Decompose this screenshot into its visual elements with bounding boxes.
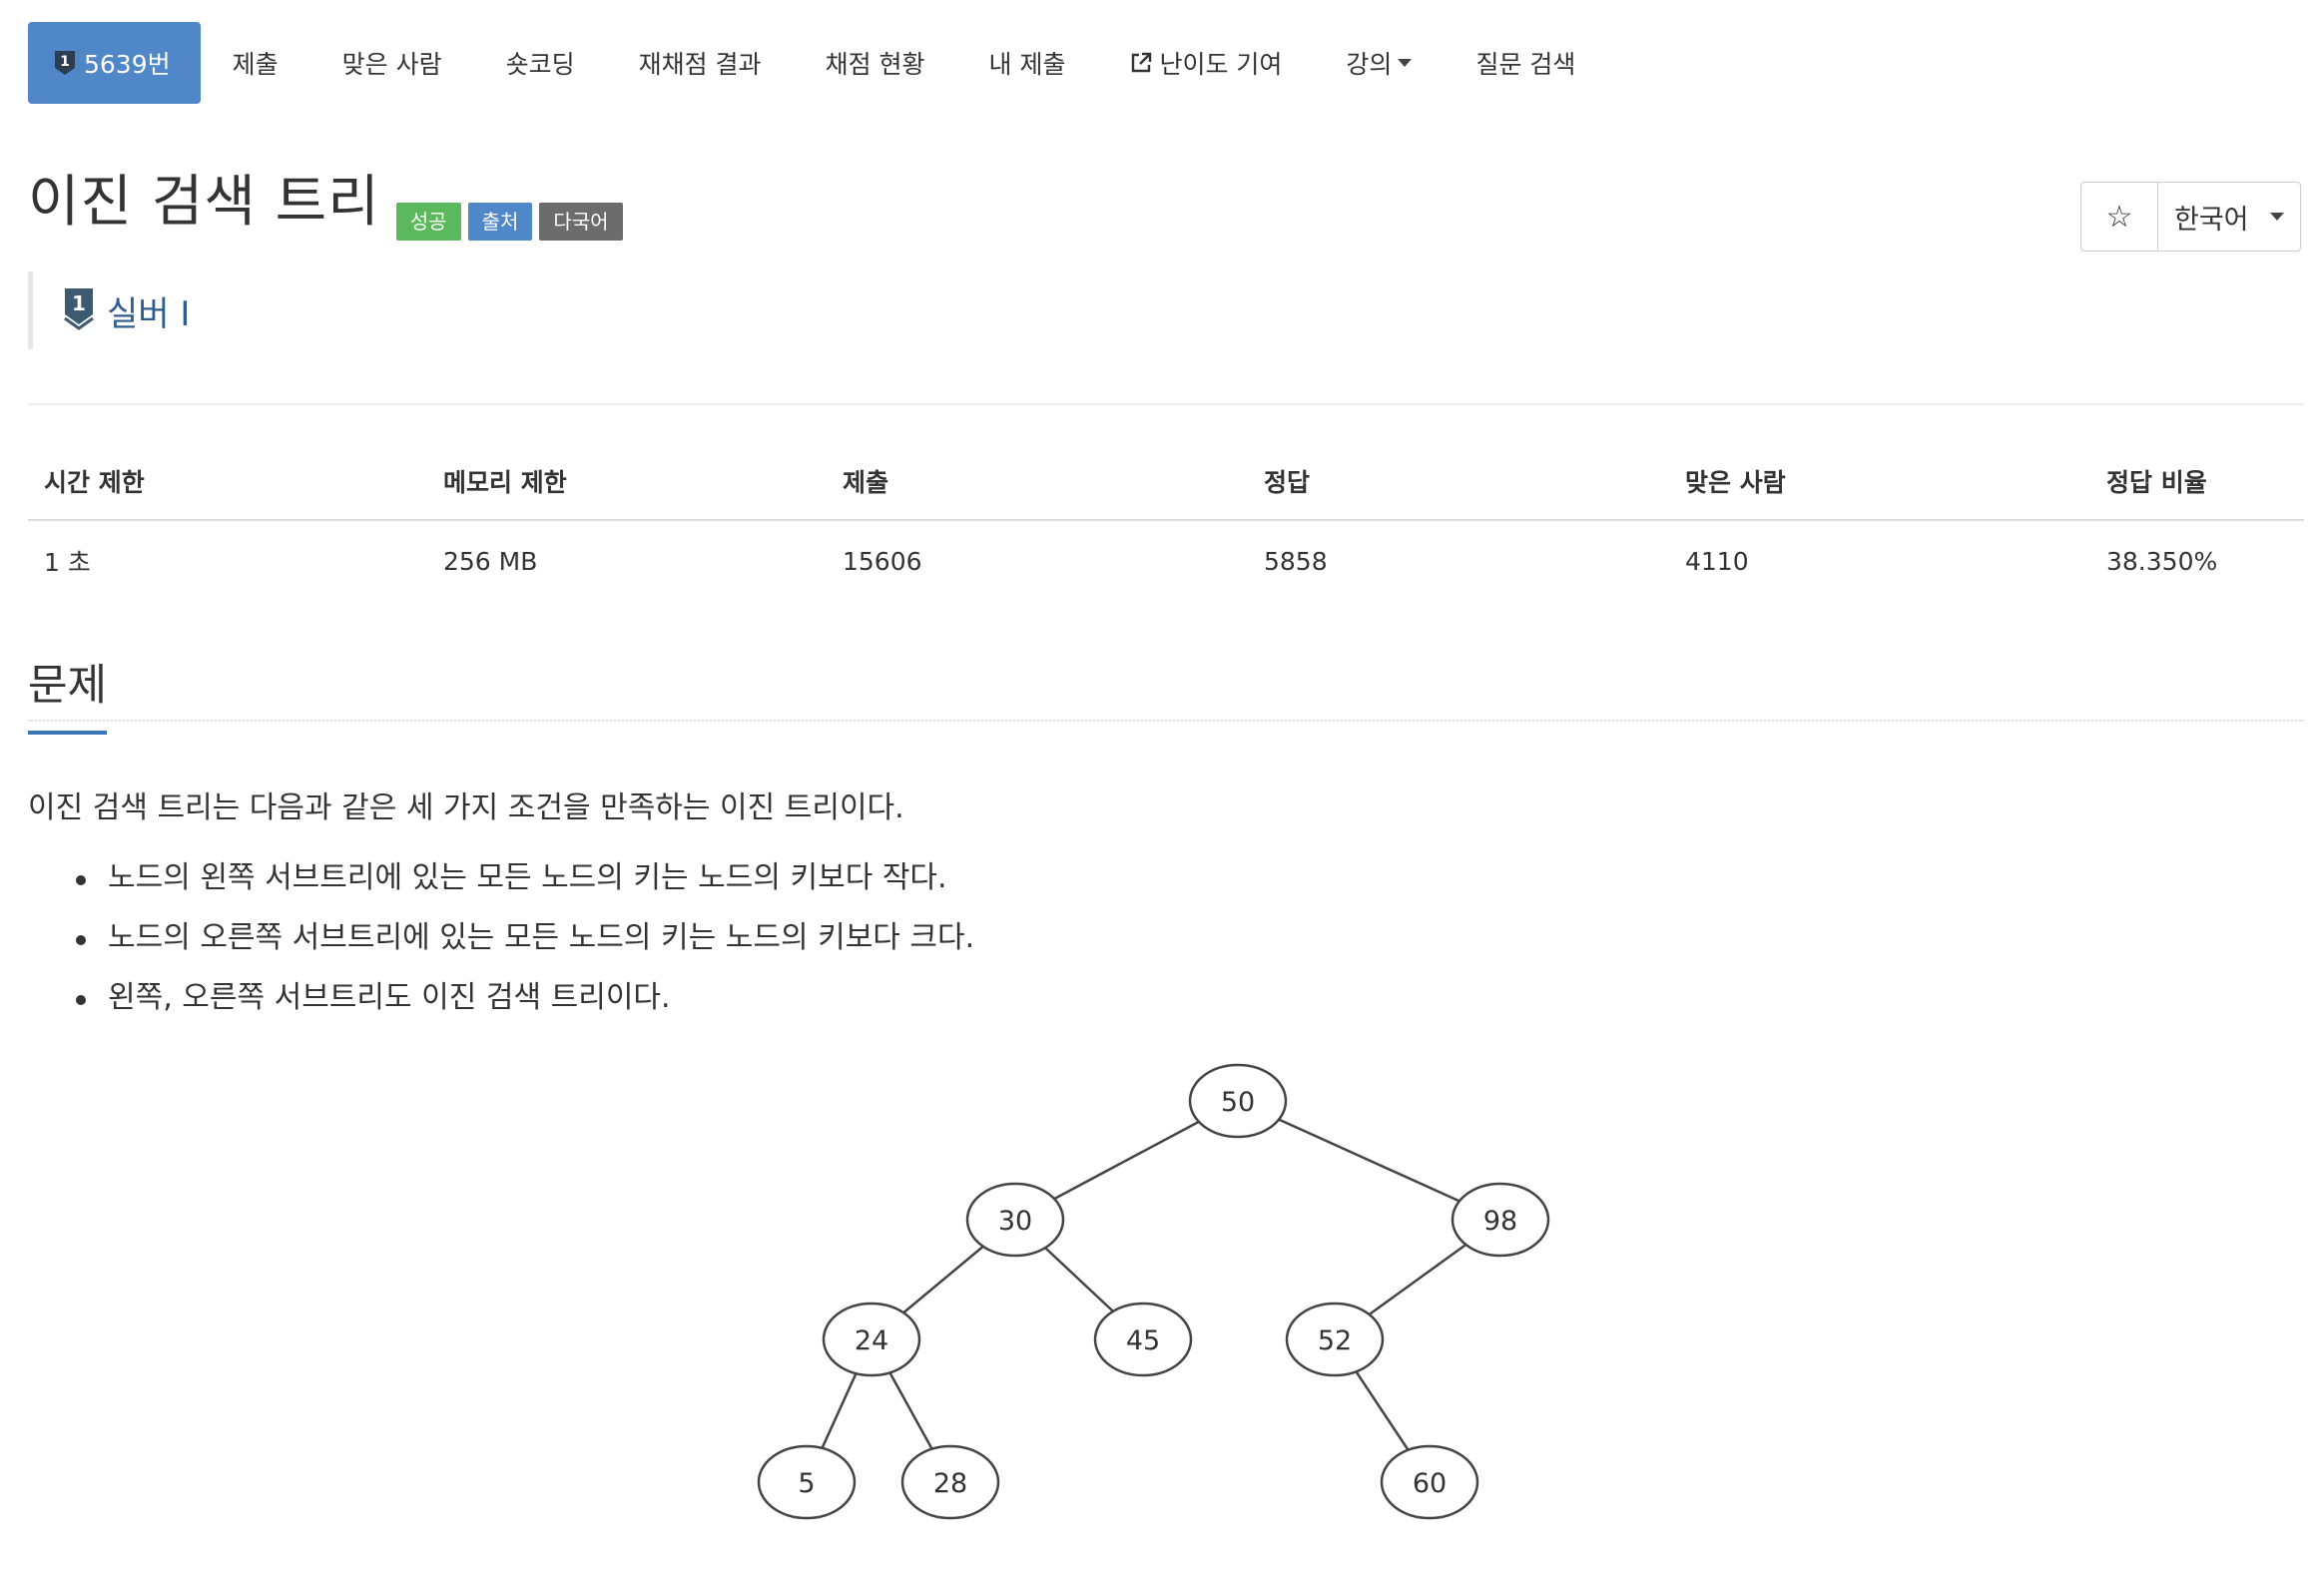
tree-edge-52-60 — [1355, 1370, 1410, 1451]
tree-node-24: 24 — [822, 1302, 921, 1377]
tree-node-45: 45 — [1093, 1302, 1193, 1377]
tree-edge-24-28 — [888, 1371, 933, 1450]
tree-node-5: 5 — [757, 1444, 857, 1520]
tree-node-52: 52 — [1285, 1302, 1385, 1377]
tree-edge-50-98 — [1278, 1118, 1460, 1203]
tree-edge-24-5 — [821, 1372, 858, 1449]
tree-edge-98-52 — [1368, 1243, 1467, 1316]
tree-node-label: 28 — [933, 1468, 967, 1499]
tree-node-50: 50 — [1188, 1063, 1288, 1139]
tree-node-98: 98 — [1451, 1182, 1550, 1258]
tree-node-label: 45 — [1126, 1325, 1160, 1356]
bst-diagram: 50 30 98 24 45 52 5 28 60 — [757, 1063, 1550, 1520]
tree-node-30: 30 — [965, 1182, 1065, 1258]
tree-edge-30-45 — [1044, 1247, 1114, 1312]
tree-node-label: 52 — [1318, 1325, 1352, 1356]
tree-node-label: 98 — [1483, 1206, 1517, 1237]
tree-edge-50-30 — [1053, 1120, 1200, 1201]
tree-node-label: 50 — [1221, 1087, 1255, 1118]
tree-node-28: 28 — [900, 1444, 1000, 1520]
tree-node-label: 30 — [998, 1206, 1032, 1237]
tree-edges — [821, 1118, 1467, 1451]
tree-node-60: 60 — [1380, 1444, 1479, 1520]
tree-node-label: 24 — [855, 1325, 888, 1356]
tree-node-label: 60 — [1413, 1468, 1447, 1499]
tree-nodes: 50 30 98 24 45 52 5 28 60 — [757, 1063, 1550, 1520]
tree-node-label: 5 — [798, 1468, 815, 1499]
tree-edge-30-24 — [902, 1245, 984, 1314]
